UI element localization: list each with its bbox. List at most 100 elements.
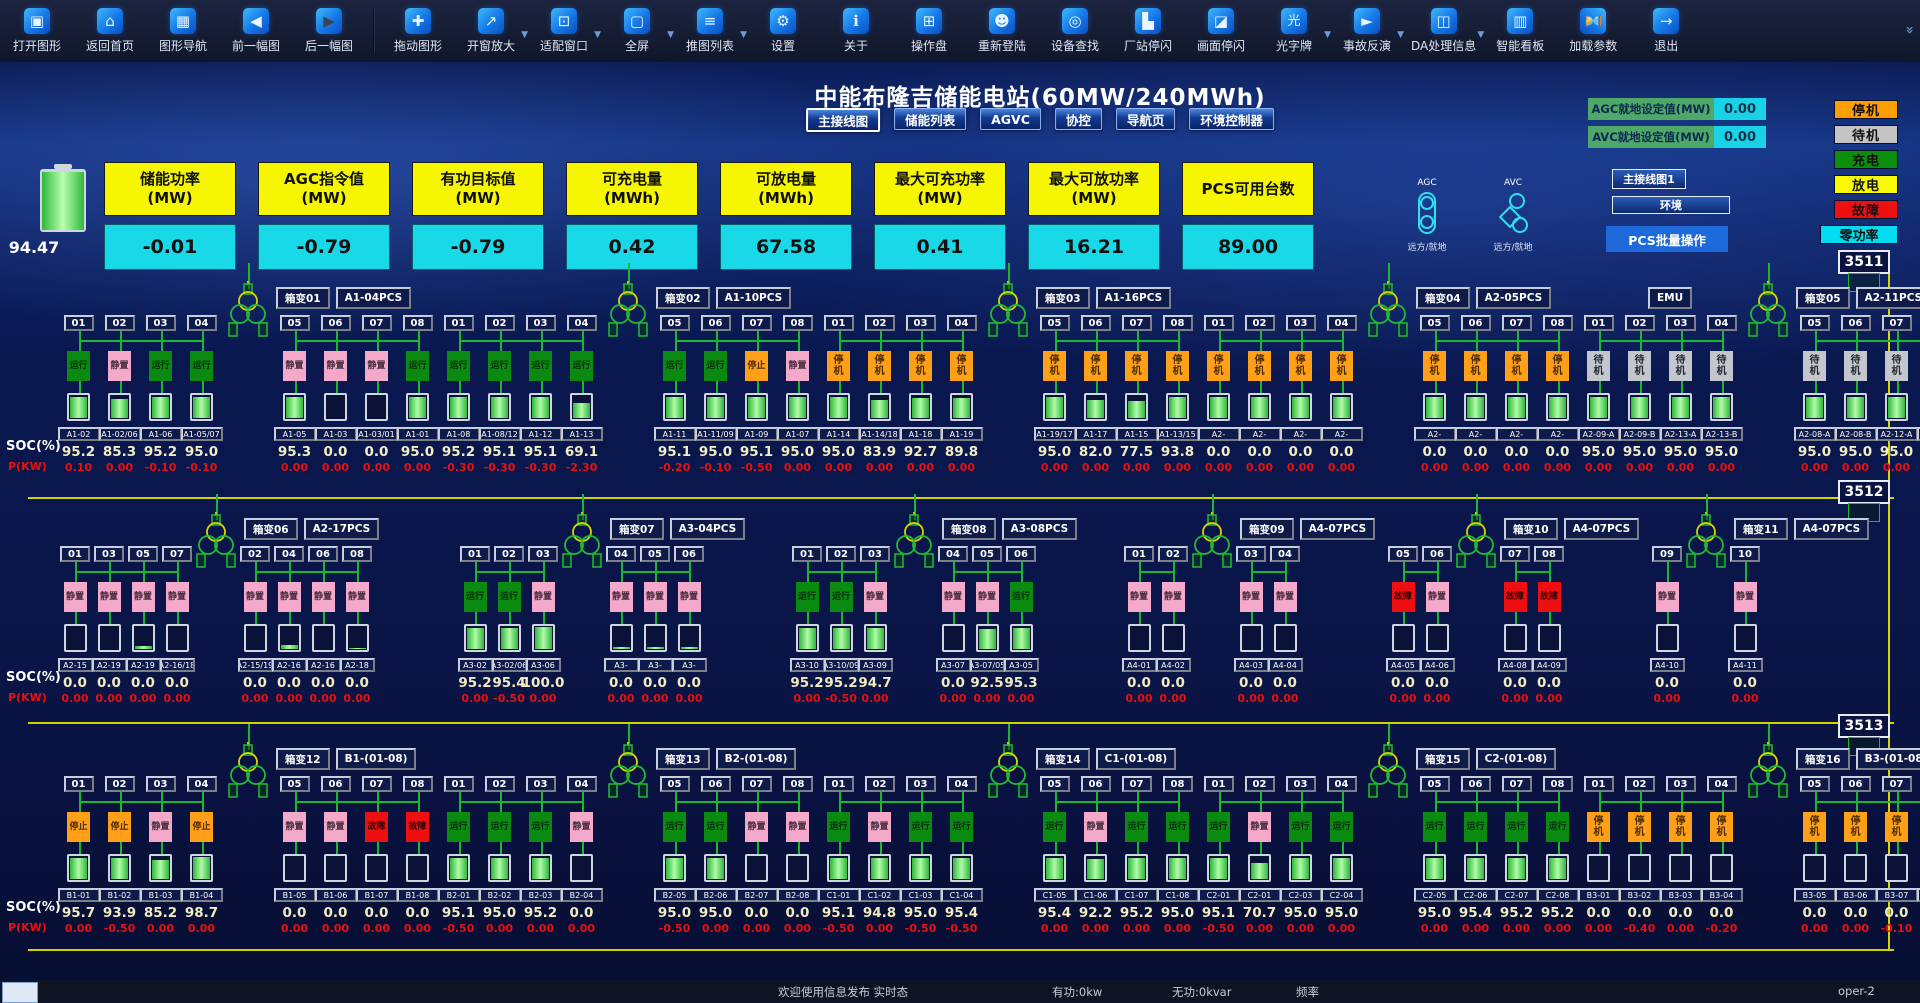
unit-status-box[interactable]: 静置 xyxy=(864,582,887,612)
unit-label[interactable]: B3-06 xyxy=(1835,888,1877,902)
unit-label[interactable]: B3-05 xyxy=(1794,888,1836,902)
unit-label[interactable]: A2-09-B xyxy=(1619,427,1661,441)
unit-number-box[interactable]: 03 xyxy=(146,776,176,792)
box-transformer-label[interactable]: 箱变16 xyxy=(1796,748,1850,770)
unit-number-box[interactable]: 02 xyxy=(1158,546,1188,562)
unit-label[interactable]: C2-03 xyxy=(1280,888,1322,902)
unit-number-box[interactable]: 01 xyxy=(1584,315,1614,331)
unit-label[interactable]: A4-06 xyxy=(1420,658,1455,672)
unit-label[interactable]: C1-01 xyxy=(818,888,860,902)
unit-status-box[interactable]: 故障 xyxy=(365,812,388,842)
unit-number-box[interactable]: 10 xyxy=(1730,546,1760,562)
pcs-label[interactable]: A2-11PCS xyxy=(1856,287,1920,309)
unit-label[interactable]: C1-05 xyxy=(1034,888,1076,902)
toolbar-overflow-chevron[interactable]: » xyxy=(1902,26,1918,35)
unit-status-box[interactable]: 停机 xyxy=(1803,812,1826,842)
unit-number-box[interactable]: 01 xyxy=(824,776,854,792)
unit-label[interactable]: A4-04 xyxy=(1268,658,1303,672)
unit-number-box[interactable]: 01 xyxy=(792,546,822,562)
unit-status-box[interactable]: 静置 xyxy=(132,582,155,612)
toolbar-item-16[interactable]: ▙厂站停闪 xyxy=(1119,8,1177,54)
unit-status-box[interactable]: 静置 xyxy=(1084,812,1107,842)
unit-status-box[interactable]: 运行 xyxy=(1423,812,1446,842)
pcs-batch-operation-button[interactable]: PCS批量操作 xyxy=(1606,226,1728,252)
unit-label[interactable]: A2- xyxy=(1537,427,1579,441)
unit-status-box[interactable]: 静置 xyxy=(365,351,388,381)
toolbar-item-11[interactable]: ⚙设置 xyxy=(754,8,812,54)
unit-number-box[interactable]: 04 xyxy=(938,546,968,562)
unit-label[interactable]: A3- xyxy=(638,658,673,672)
agc-setpoint-value[interactable]: 0.00 xyxy=(1714,98,1766,120)
unit-number-box[interactable]: 08 xyxy=(342,546,372,562)
pcs-label[interactable]: A3-04PCS xyxy=(670,518,746,540)
dropdown-caret-icon[interactable]: ▼ xyxy=(740,30,747,40)
unit-number-box[interactable]: 01 xyxy=(460,546,490,562)
unit-number-box[interactable]: 04 xyxy=(567,776,597,792)
unit-number-box[interactable]: 04 xyxy=(274,546,304,562)
unit-label[interactable]: A1-19/17 xyxy=(1034,427,1076,441)
unit-status-box[interactable]: 停机 xyxy=(1587,812,1610,842)
box-transformer-label[interactable]: 箱变12 xyxy=(276,748,330,770)
unit-label[interactable]: A1-14 xyxy=(818,427,860,441)
unit-number-box[interactable]: 07 xyxy=(1882,315,1912,331)
unit-number-box[interactable]: 02 xyxy=(865,776,895,792)
unit-status-box[interactable]: 运行 xyxy=(406,351,429,381)
unit-status-box[interactable]: 运行 xyxy=(190,351,213,381)
unit-number-box[interactable]: 07 xyxy=(1502,315,1532,331)
unit-status-box[interactable]: 停机 xyxy=(1207,351,1230,381)
unit-number-box[interactable]: 04 xyxy=(606,546,636,562)
unit-status-box[interactable]: 运行 xyxy=(67,351,90,381)
box-transformer-label[interactable]: 箱变04 xyxy=(1416,287,1470,309)
unit-status-box[interactable]: 运行 xyxy=(1166,812,1189,842)
transformer-icon-wrap[interactable] xyxy=(194,512,238,574)
toolbar-item-23[interactable]: →退出 xyxy=(1637,8,1695,54)
unit-number-box[interactable]: 07 xyxy=(742,776,772,792)
unit-number-box[interactable]: 01 xyxy=(824,315,854,331)
unit-number-box[interactable]: 05 xyxy=(1388,546,1418,562)
unit-status-box[interactable]: 运行 xyxy=(1546,812,1569,842)
unit-number-box[interactable]: 07 xyxy=(1500,546,1530,562)
unit-number-box[interactable]: 05 xyxy=(1420,776,1450,792)
unit-status-box[interactable]: 运行 xyxy=(1505,812,1528,842)
unit-status-box[interactable]: 停机 xyxy=(1710,812,1733,842)
tab-导航页[interactable]: 导航页 xyxy=(1116,108,1176,130)
unit-number-box[interactable]: 04 xyxy=(947,315,977,331)
unit-status-box[interactable]: 静置 xyxy=(610,582,633,612)
unit-label[interactable]: A4-02 xyxy=(1156,658,1191,672)
unit-number-box[interactable]: 02 xyxy=(240,546,270,562)
unit-number-box[interactable]: 03 xyxy=(906,315,936,331)
unit-number-box[interactable]: 04 xyxy=(947,776,977,792)
unit-number-box[interactable]: 02 xyxy=(1625,776,1655,792)
unit-status-box[interactable]: 运行 xyxy=(830,582,853,612)
transformer-icon-wrap[interactable] xyxy=(606,742,650,804)
unit-number-box[interactable]: 02 xyxy=(826,546,856,562)
unit-status-box[interactable]: 静置 xyxy=(942,582,965,612)
unit-label[interactable]: B1-06 xyxy=(315,888,357,902)
unit-status-box[interactable]: 静置 xyxy=(166,582,189,612)
unit-status-box[interactable]: 静置 xyxy=(283,812,306,842)
unit-label[interactable]: C2-07 xyxy=(1496,888,1538,902)
unit-status-box[interactable]: 静置 xyxy=(786,812,809,842)
unit-label[interactable]: B2-07 xyxy=(736,888,778,902)
toolbar-item-21[interactable]: ▥智能看板 xyxy=(1491,8,1549,54)
pcs-label[interactable]: A1-04PCS xyxy=(336,287,412,309)
unit-number-box[interactable]: 07 xyxy=(362,315,392,331)
unit-label[interactable]: A1-05 xyxy=(274,427,316,441)
tab-协控[interactable]: 协控 xyxy=(1055,108,1102,130)
unit-number-box[interactable]: 05 xyxy=(280,315,310,331)
unit-status-box[interactable]: 运行 xyxy=(498,582,521,612)
unit-status-box[interactable]: 停机 xyxy=(1166,351,1189,381)
transformer-icon-wrap[interactable] xyxy=(986,281,1030,343)
toolbar-item-5[interactable]: ▶后一幅图 xyxy=(300,8,358,54)
avc-setpoint-value[interactable]: 0.00 xyxy=(1714,126,1766,148)
unit-status-box[interactable]: 停机 xyxy=(1885,812,1908,842)
unit-status-box[interactable]: 静置 xyxy=(570,812,593,842)
unit-status-box[interactable]: 停机 xyxy=(1248,351,1271,381)
toolbar-item-19[interactable]: ►▼事故反演 xyxy=(1338,8,1396,54)
unit-number-box[interactable]: 05 xyxy=(128,546,158,562)
unit-status-box[interactable]: 停机 xyxy=(950,351,973,381)
unit-status-box[interactable]: 故障 xyxy=(1504,582,1527,612)
unit-status-box[interactable]: 运行 xyxy=(464,582,487,612)
unit-status-box[interactable]: 停机 xyxy=(1330,351,1353,381)
pcs-label[interactable]: C1-(01-08) xyxy=(1096,748,1177,770)
